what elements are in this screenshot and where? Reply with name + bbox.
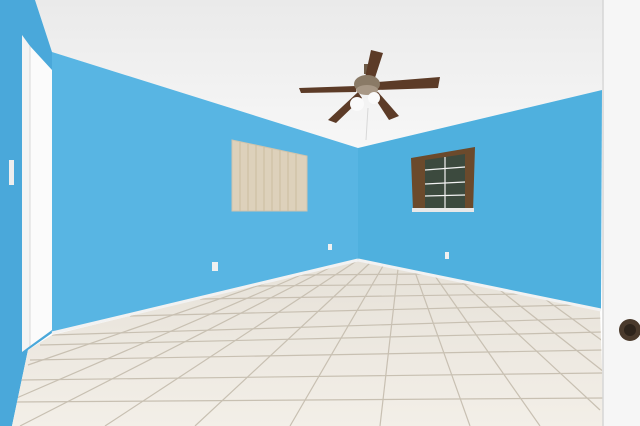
open-door xyxy=(602,0,640,426)
outlet-back-wall-2 xyxy=(445,252,449,259)
fan-light-bulb xyxy=(350,97,364,111)
room-photo xyxy=(0,0,640,426)
light-switch xyxy=(9,160,14,185)
back-wall-window xyxy=(411,147,475,212)
outlet-back-wall-1 xyxy=(328,244,332,250)
outlet-left-wall xyxy=(212,262,218,271)
